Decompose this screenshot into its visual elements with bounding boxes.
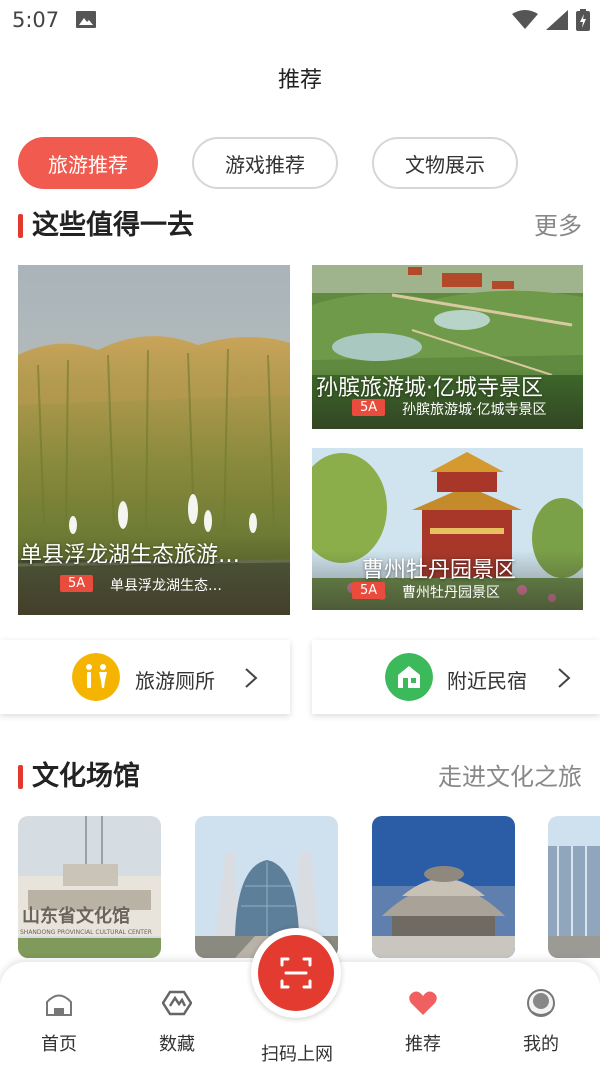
- status-bar: 5:07: [0, 0, 600, 40]
- homestay-icon: [385, 653, 433, 701]
- attraction-card-sunbin-city[interactable]: 孙膑旅游城·亿城寺景区 5A 孙膑旅游城·亿城寺景区: [312, 265, 583, 429]
- rating-badge: 5A: [60, 575, 94, 592]
- nav-label: 我的: [523, 1034, 559, 1055]
- section-culture-header: 文化场馆 走进文化之旅: [18, 759, 582, 795]
- rating-badge: 5A: [352, 399, 386, 416]
- nav-collection[interactable]: 数藏: [132, 988, 222, 1056]
- attraction-card-fulong-lake[interactable]: 单县浮龙湖生态旅游… 5A 单县浮龙湖生态…: [18, 265, 290, 615]
- quick-link-label: 旅游厕所: [135, 669, 215, 693]
- nav-label: 首页: [41, 1034, 77, 1055]
- nav-profile[interactable]: 我的: [496, 988, 586, 1056]
- section-marker: [18, 765, 23, 789]
- venue-card-museum[interactable]: [372, 816, 515, 958]
- profile-icon: [527, 989, 555, 1017]
- card-subtitle: 单县浮龙湖生态…: [110, 578, 222, 594]
- status-time: 5:07: [12, 8, 60, 32]
- quick-link-toilets[interactable]: 旅游厕所: [0, 640, 290, 714]
- quick-link-homestay[interactable]: 附近民宿: [312, 640, 600, 714]
- category-tabs: 旅游推荐 游戏推荐 文物展示: [18, 137, 518, 189]
- scan-button-label: 扫码上网: [261, 1044, 333, 1065]
- chevron-right-icon: [245, 668, 258, 688]
- nav-label: 数藏: [159, 1034, 195, 1055]
- quick-link-label: 附近民宿: [447, 669, 527, 693]
- chevron-right-icon: [558, 668, 571, 688]
- collection-icon: [162, 990, 192, 1016]
- card-subtitle: 孙膑旅游城·亿城寺景区: [402, 402, 547, 418]
- section-marker: [18, 214, 23, 238]
- venue-card-cultural-center[interactable]: 山东省文化馆 SHANDONG PROVINCIAL CULTURAL CENT…: [18, 816, 161, 958]
- signal-icon: [546, 10, 568, 30]
- section-worth-header: 这些值得一去 更多: [18, 208, 582, 244]
- card-title: 曹州牡丹园景区: [362, 558, 517, 583]
- tab-games[interactable]: 游戏推荐: [192, 137, 338, 189]
- battery-icon: [576, 9, 590, 31]
- page-title: 推荐: [277, 68, 322, 93]
- card-subtitle: 曹州牡丹园景区: [402, 585, 500, 601]
- tab-relics[interactable]: 文物展示: [372, 137, 518, 189]
- rating-badge: 5A: [352, 582, 386, 599]
- section-title: 文化场馆: [32, 761, 140, 792]
- nav-label: 推荐: [405, 1034, 441, 1055]
- culture-more-link[interactable]: 走进文化之旅: [438, 759, 582, 795]
- venue-photo: 山东省文化馆 SHANDONG PROVINCIAL CULTURAL CENT…: [18, 816, 161, 958]
- wifi-icon: [512, 10, 538, 29]
- heart-icon: [409, 991, 437, 1015]
- venue-sign-subtext: SHANDONG PROVINCIAL CULTURAL CENTER: [20, 929, 152, 936]
- nav-recommend[interactable]: 推荐: [378, 988, 468, 1056]
- card-title: 单县浮龙湖生态旅游…: [20, 543, 241, 568]
- scan-button[interactable]: [251, 928, 341, 1018]
- more-link[interactable]: 更多: [534, 208, 582, 244]
- venue-photo: [372, 816, 515, 958]
- card-title: 孙膑旅游城·亿城寺景区: [316, 376, 543, 401]
- section-title: 这些值得一去: [32, 210, 194, 241]
- venue-card-partial[interactable]: [548, 816, 600, 958]
- nav-home[interactable]: 首页: [14, 988, 104, 1056]
- home-icon: [46, 994, 72, 1016]
- image-notification-icon: [76, 11, 96, 28]
- scan-icon: [280, 957, 312, 989]
- venue-sign-text: 山东省文化馆: [22, 905, 130, 927]
- attraction-card-peony-garden[interactable]: 曹州牡丹园景区 5A 曹州牡丹园景区: [312, 448, 583, 610]
- tab-travel[interactable]: 旅游推荐: [18, 137, 158, 189]
- venue-photo: [548, 816, 600, 958]
- toilet-icon: [72, 653, 120, 701]
